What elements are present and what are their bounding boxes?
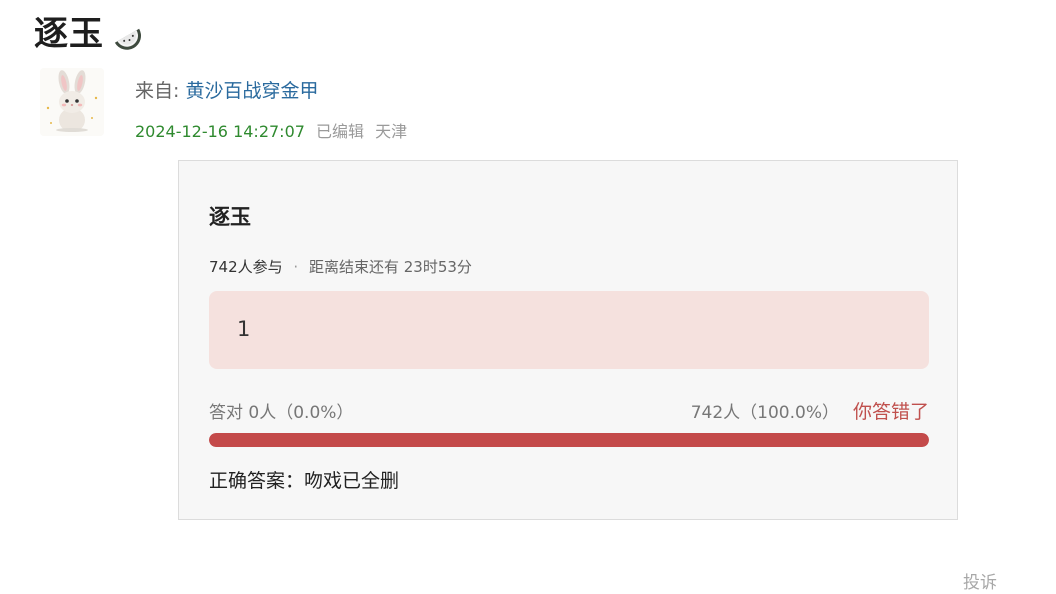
poll-title: 逐玉 [209,205,251,229]
watermelon-icon [108,16,144,52]
author-line: 来自: 黄沙百战穿金甲 [135,76,318,103]
time-remaining: 距离结束还有 23时53分 [308,258,472,276]
stats-separator: · [293,258,299,276]
wrong-answer-label: 你答错了 [852,401,929,423]
from-label: 来自: [135,80,180,102]
chosen-stat: 742人（100.0%） [690,403,839,423]
poll-card: 逐玉 742人参与 · 距离结束还有 23时53分 1 答对 0人（0.0%） … [178,160,958,520]
location-label: 天津 [375,122,408,141]
correct-answer: 正确答案：吻戏已全删 [209,470,400,492]
avatar[interactable] [40,68,104,136]
participant-count: 742人参与 [209,258,283,276]
edited-label: 已编辑 [316,122,365,141]
post-meta: 2024-12-16 14:27:07 已编辑 天津 [135,118,407,142]
post-page: 逐玉 来自: 黄沙百战穿金甲 2024-12-16 14:27:07 已编辑 天… [0,0,1056,594]
rabbit-avatar-icon [40,68,104,136]
result-summary: 742人（100.0%） 你答错了 [691,397,929,424]
post-timestamp: 2024-12-16 14:27:07 [135,122,305,141]
poll-option-label: 1 [237,317,251,341]
author-name-link[interactable]: 黄沙百战穿金甲 [185,80,318,102]
post-title: 逐玉 [34,14,104,54]
correct-stat: 答对 0人（0.0%） [209,403,354,423]
poll-stats: 742人参与 · 距离结束还有 23时53分 [209,256,472,277]
report-link[interactable]: 投诉 [963,568,997,593]
result-progress-bar [209,433,929,447]
result-progress-fill [209,433,929,447]
post-title-row: 逐玉 [34,6,144,55]
poll-option[interactable]: 1 [209,291,929,369]
